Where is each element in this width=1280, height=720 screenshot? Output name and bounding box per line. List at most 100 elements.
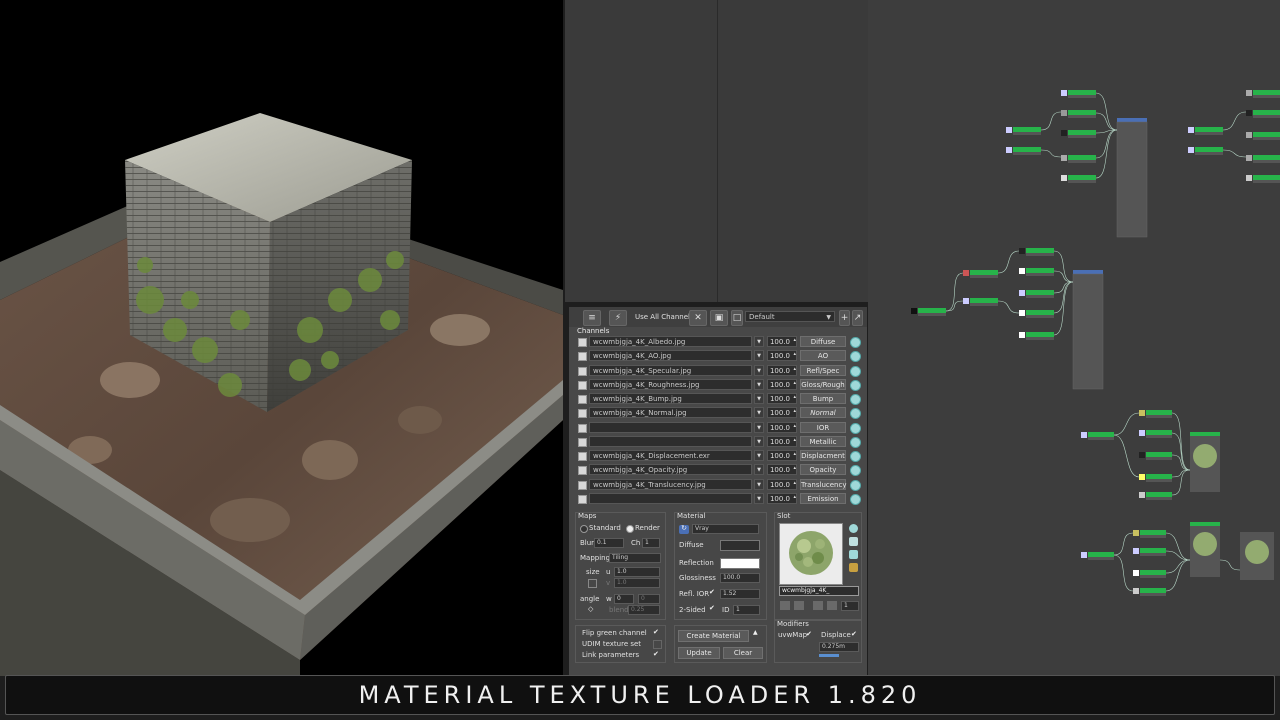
texture-node[interactable] [1253,90,1280,95]
texture-node-footer[interactable] [1140,575,1166,578]
texture-node-footer[interactable] [1088,437,1114,440]
channel-amount-spinner[interactable]: 100.0 [767,478,797,490]
node-thumbnail[interactable] [1133,530,1139,536]
texture-node-footer[interactable] [970,275,998,278]
channel-enable-checkbox[interactable] [578,494,587,504]
channel-enable-checkbox[interactable] [578,452,587,461]
texture-node-footer[interactable] [1146,479,1172,482]
channel-file-field[interactable]: wcwmbjgja_4K_Albedo.jpg [589,336,752,347]
node-thumbnail[interactable] [1246,110,1252,116]
channel-type-button[interactable]: Metallic [800,435,846,447]
texture-node-footer[interactable] [1146,457,1172,460]
reflection-color-swatch[interactable] [720,558,760,569]
texture-node-footer[interactable] [1068,160,1096,163]
channel-type-button[interactable]: AO [800,350,846,362]
blur-field[interactable]: 0.1 [594,538,624,548]
node-thumbnail[interactable] [963,270,969,276]
node-thumbnail[interactable] [1246,155,1252,161]
texture-node[interactable] [1068,155,1096,160]
add-preset-button[interactable]: + [839,310,850,326]
texture-node[interactable] [918,308,946,313]
node-graph[interactable] [868,0,1280,676]
channel-file-field[interactable]: wcwmbjgja_4K_Specular.jpg [589,364,752,376]
ch-field[interactable]: 1 [642,538,660,548]
texture-node-footer[interactable] [1253,115,1280,118]
node-thumbnail[interactable] [1139,492,1145,498]
node-thumbnail[interactable] [1246,90,1252,96]
node-thumbnail[interactable] [1019,290,1025,296]
node-thumbnail[interactable] [1139,430,1145,436]
texture-node-footer[interactable] [1088,557,1114,560]
texture-node-footer[interactable] [1146,497,1172,500]
pick-icon[interactable] [794,601,804,610]
node-thumbnail[interactable] [1061,130,1067,136]
texture-node[interactable] [1195,147,1223,152]
delete-icon[interactable] [827,601,837,610]
chevron-down-icon[interactable]: ▼ [754,464,764,476]
texture-node[interactable] [1253,175,1280,180]
channel-enable-checkbox[interactable] [578,380,587,390]
texture-node-footer[interactable] [1026,315,1054,318]
slot-name-field[interactable]: wcwmbjgja_4K_ [779,586,859,596]
texture-node[interactable] [1195,127,1223,132]
angle-lock-icon[interactable]: ◇ [588,606,595,613]
diffuse-color-swatch[interactable] [720,540,760,551]
update-button[interactable]: Update [678,647,720,659]
folder-icon[interactable]: □ [731,310,743,326]
channel-enable-checkbox[interactable] [578,480,587,490]
channel-file-field[interactable]: wcwmbjgja_4K_AO.jpg [589,350,752,362]
node-thumbnail[interactable] [1133,548,1139,554]
texture-node[interactable] [1140,588,1166,593]
texture-node-footer[interactable] [1026,253,1054,256]
clear-button[interactable]: Clear [723,647,763,659]
chevron-down-icon[interactable]: ▼ [754,350,764,362]
mapping-dropdown[interactable]: Tiling [609,553,661,563]
channel-map-icon[interactable] [850,337,861,348]
texture-node[interactable] [1068,90,1096,95]
displace-checkbox[interactable]: ✔ [851,631,858,638]
texture-node-footer[interactable] [1195,152,1223,155]
channel-amount-spinner[interactable]: 100.0 [767,364,797,376]
texture-node-footer[interactable] [1068,115,1096,118]
layers-icon[interactable]: ≡ [583,310,601,326]
node-thumbnail[interactable] [1061,110,1067,116]
channel-map-icon[interactable] [850,436,861,448]
channel-amount-spinner[interactable]: 100.0 [767,378,797,390]
texture-node-footer[interactable] [1140,593,1166,596]
w-field[interactable]: 0 [614,594,634,604]
node-thumbnail[interactable] [1133,570,1139,576]
channel-amount-spinner[interactable]: 100.0 [767,406,797,419]
channel-map-icon[interactable] [850,351,861,363]
channel-map-icon[interactable] [850,365,861,377]
create-material-button[interactable]: Create Material [678,630,749,642]
checker-icon[interactable] [849,563,858,572]
chevron-down-icon[interactable]: ▼ [754,407,764,419]
channel-amount-spinner[interactable]: 100.0 [767,335,797,347]
renderer-dropdown[interactable]: Vray [692,524,759,534]
texture-node-footer[interactable] [1026,295,1054,298]
texture-node-footer[interactable] [1253,160,1280,163]
texture-node-footer[interactable] [1068,95,1096,98]
refl-ior-field[interactable]: 1.52 [720,589,760,599]
node-thumbnail[interactable] [1246,175,1252,181]
channel-map-icon[interactable] [850,451,861,462]
lock-size-checkbox[interactable] [588,579,597,588]
channel-enable-checkbox[interactable] [578,423,587,433]
viewport-3d[interactable] [0,0,563,676]
texture-node-footer[interactable] [1253,95,1280,98]
chevron-down-icon[interactable]: ▼ [754,336,764,347]
refl-ior-checkbox[interactable]: ✔ [709,589,716,596]
node-thumbnail[interactable] [963,298,969,304]
channel-file-field[interactable]: wcwmbjgja_4K_Roughness.jpg [589,378,752,390]
channel-enable-checkbox[interactable] [578,366,587,376]
material-preview-icon[interactable] [1245,540,1269,564]
node-thumbnail[interactable] [1139,452,1145,458]
node-thumbnail[interactable] [1006,147,1012,153]
uvwmap-checkbox[interactable]: ✔ [806,631,813,638]
texture-node[interactable] [1146,410,1172,415]
channel-enable-checkbox[interactable] [578,338,587,347]
preset-dropdown[interactable]: Default ▼ [745,311,835,322]
udim-checkbox[interactable] [653,640,662,649]
chevron-down-icon[interactable]: ▼ [754,378,764,390]
slot-number-field[interactable]: 1 [841,601,859,611]
